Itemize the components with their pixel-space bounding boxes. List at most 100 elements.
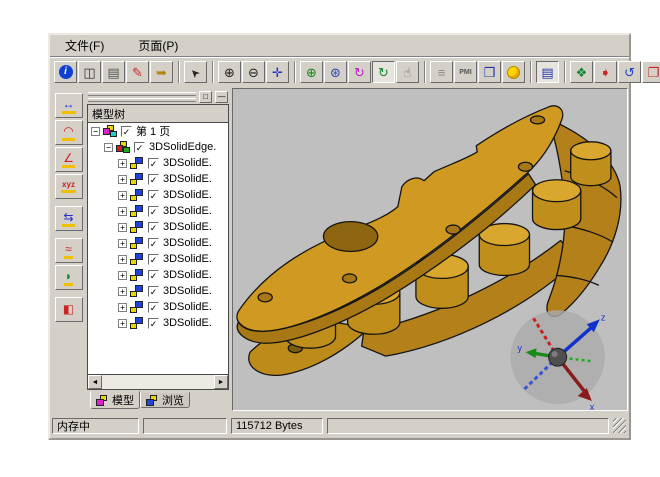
zoom-dynamic-icon: ⊛ <box>330 66 341 79</box>
visibility-checkbox[interactable] <box>121 126 132 137</box>
pan-hand-button[interactable]: ☝ <box>396 61 419 83</box>
collapse-icon[interactable]: − <box>104 143 113 152</box>
assembly-cubes-icon <box>116 141 131 154</box>
expand-icon[interactable]: + <box>118 175 127 184</box>
expand-icon[interactable]: + <box>118 287 127 296</box>
model-canvas[interactable]: z x y <box>233 89 627 410</box>
move-part-button[interactable]: ➧ <box>594 61 617 83</box>
visibility-checkbox[interactable] <box>148 206 159 217</box>
tree-node-label: 3DSolidEdge. <box>149 141 216 153</box>
measure-angle-button[interactable]: ∠ <box>55 147 83 172</box>
orientation-trackball[interactable]: z x y <box>510 310 605 410</box>
part-cube-icon <box>130 285 145 298</box>
view-cube-icon: ❒ <box>484 66 496 79</box>
measure-curve-icon: ≈ <box>64 243 73 259</box>
pan-cross-icon: ✛ <box>272 66 283 79</box>
tree-node-part[interactable]: + 3DSolidE. <box>88 283 228 299</box>
tree-node-part[interactable]: + 3DSolidE. <box>88 155 228 171</box>
visibility-checkbox[interactable] <box>148 158 159 169</box>
collapse-icon[interactable]: − <box>91 127 100 136</box>
rotate-part-button[interactable]: ↺ <box>618 61 641 83</box>
view-cube-button[interactable]: ❒ <box>478 61 501 83</box>
panel-restore-button[interactable]: □ <box>199 91 212 103</box>
visibility-checkbox[interactable] <box>148 174 159 185</box>
zoom-window-button[interactable]: ⊕ <box>300 61 323 83</box>
tree-horizontal-scrollbar[interactable]: ◄ ► <box>87 375 229 390</box>
visibility-checkbox[interactable] <box>148 190 159 201</box>
select-button[interactable]: ➤ <box>184 61 207 83</box>
visibility-checkbox[interactable] <box>148 254 159 265</box>
visibility-checkbox[interactable] <box>148 286 159 297</box>
tree-node-assembly[interactable]: − 3DSolidEdge. <box>88 139 228 155</box>
spin-view-button[interactable]: ↻ <box>372 61 395 83</box>
tree-node-part[interactable]: + 3DSolidE. <box>88 187 228 203</box>
explode-button[interactable]: ❐ <box>642 61 660 83</box>
measure-curve-button[interactable]: ≈ <box>55 238 83 263</box>
info-button[interactable]: i <box>54 61 77 83</box>
notebook-button[interactable]: ▤ <box>536 61 559 83</box>
assembly-tree-icon: ❖ <box>576 66 588 79</box>
tree-node-part[interactable]: + 3DSolidE. <box>88 299 228 315</box>
tree-node-part[interactable]: + 3DSolidE. <box>88 171 228 187</box>
visibility-checkbox[interactable] <box>148 238 159 249</box>
visibility-checkbox[interactable] <box>148 222 159 233</box>
tree-node-part[interactable]: + 3DSolidE. <box>88 267 228 283</box>
tree-node-part[interactable]: + 3DSolidE. <box>88 219 228 235</box>
measure-xyz-button[interactable]: xyz <box>55 174 83 199</box>
expand-icon[interactable]: + <box>118 223 127 232</box>
axis-label-x: x <box>590 402 595 410</box>
visibility-checkbox[interactable] <box>148 302 159 313</box>
expand-icon[interactable]: + <box>118 303 127 312</box>
tab-browse[interactable]: 浏览 <box>140 392 190 408</box>
expand-icon[interactable]: + <box>118 239 127 248</box>
pan-button[interactable]: ✛ <box>266 61 289 83</box>
pmi-button[interactable]: PMI <box>454 61 477 83</box>
zoom-dynamic-button[interactable]: ⊛ <box>324 61 347 83</box>
panel-gripper[interactable] <box>88 92 196 102</box>
measure-arc-button[interactable]: ◠ <box>55 120 83 145</box>
window-resize-grip[interactable] <box>613 418 626 433</box>
zoom-out-button[interactable]: ⊖ <box>242 61 265 83</box>
part-cube-icon <box>130 189 145 202</box>
visibility-checkbox[interactable] <box>148 270 159 281</box>
visibility-checkbox[interactable] <box>134 142 145 153</box>
print-preview-button[interactable]: ◫ <box>78 61 101 83</box>
tree-node-label: 3DSolidE. <box>163 237 212 249</box>
menu-page[interactable]: 页面(P) <box>133 36 183 55</box>
notebook-panel-icon: ▤ <box>541 66 553 79</box>
scroll-right-icon[interactable]: ► <box>214 375 228 389</box>
expand-icon[interactable]: + <box>118 271 127 280</box>
light-button[interactable] <box>502 61 525 83</box>
expand-icon[interactable]: + <box>118 319 127 328</box>
layers-button[interactable]: ≡ <box>430 61 453 83</box>
tree-node-part[interactable]: + 3DSolidE. <box>88 315 228 331</box>
print-button[interactable]: ▤ <box>102 61 125 83</box>
expand-icon[interactable]: + <box>118 159 127 168</box>
tree-node-part[interactable]: + 3DSolidE. <box>88 203 228 219</box>
printer-icon: ▤ <box>107 66 119 79</box>
measure-between-button[interactable]: ⇆ <box>55 206 83 231</box>
spin-view-icon: ↻ <box>378 66 389 79</box>
scroll-left-icon[interactable]: ◄ <box>88 375 102 389</box>
tree-node-part[interactable]: + 3DSolidE. <box>88 251 228 267</box>
assembly-nav-button[interactable]: ❖ <box>570 61 593 83</box>
rotate-view-button[interactable]: ↻ <box>348 61 371 83</box>
tab-model[interactable]: 模型 <box>90 391 140 409</box>
expand-icon[interactable]: + <box>118 207 127 216</box>
measure-volume-button[interactable]: ◧ <box>55 297 83 322</box>
measure-distance-button[interactable]: ↔ <box>55 93 83 118</box>
markup-button[interactable]: ✎ <box>126 61 149 83</box>
expand-icon[interactable]: + <box>118 191 127 200</box>
measure-area-button[interactable]: ◗ <box>55 265 83 290</box>
expand-icon[interactable]: + <box>118 255 127 264</box>
measure-between-icon: ⇆ <box>62 211 74 227</box>
tree-node-page[interactable]: − 第 1 页 <box>88 123 228 139</box>
viewport-3d[interactable]: z x y <box>232 88 628 411</box>
measure-toolbar: ↔◠∠xyz ⇆ ≈ ◗ ◧ <box>50 87 87 412</box>
panel-hide-button[interactable]: — <box>215 91 228 103</box>
zoom-in-button[interactable]: ⊕ <box>218 61 241 83</box>
menu-file[interactable]: 文件(F) <box>60 36 109 55</box>
tree-node-part[interactable]: + 3DSolidE. <box>88 235 228 251</box>
export-button[interactable]: ➥ <box>150 61 173 83</box>
visibility-checkbox[interactable] <box>148 318 159 329</box>
